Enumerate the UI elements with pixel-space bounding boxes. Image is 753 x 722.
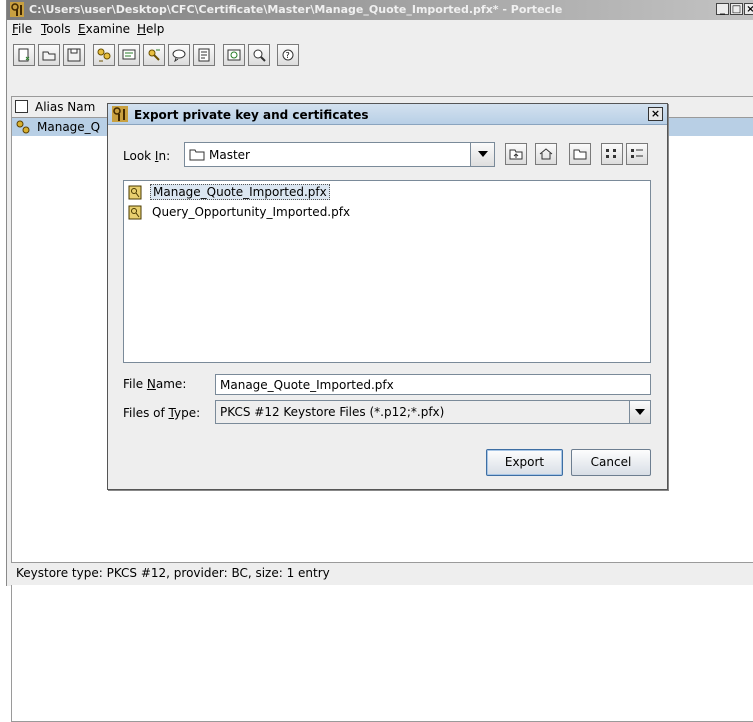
help-button[interactable]: ? bbox=[277, 44, 299, 66]
generate-key-pair-icon bbox=[97, 48, 111, 62]
look-in-value: Master bbox=[209, 148, 250, 162]
dialog-close-button[interactable]: × bbox=[648, 107, 663, 121]
up-folder-icon bbox=[509, 149, 523, 160]
list-item[interactable]: Manage_Quote_Imported.pfx bbox=[124, 184, 644, 202]
open-keystore-button[interactable] bbox=[38, 44, 60, 66]
menu-examine[interactable]: Examine bbox=[78, 22, 130, 36]
file-name: Query_Opportunity_Imported.pfx bbox=[152, 205, 351, 219]
status-text: Keystore type: PKCS #12, provider: BC, s… bbox=[16, 566, 330, 580]
list-view-button[interactable] bbox=[601, 143, 623, 165]
chevron-down-icon bbox=[635, 409, 645, 415]
certificate-file-icon bbox=[128, 205, 142, 220]
keystore-report-icon bbox=[198, 48, 210, 62]
maximize-button[interactable]: □ bbox=[730, 3, 743, 15]
set-keystore-password-icon bbox=[172, 49, 186, 62]
up-one-level-button[interactable] bbox=[505, 143, 527, 165]
look-in-label: Look In: bbox=[123, 149, 171, 163]
examine-certificate-button[interactable] bbox=[223, 44, 245, 66]
menu-help[interactable]: Help bbox=[137, 22, 164, 36]
window-titlebar[interactable]: C:\Users\user\Desktop\CFC\Certificate\Ma… bbox=[7, 0, 753, 20]
file-type-value: PKCS #12 Keystore Files (*.p12;*.pfx) bbox=[220, 405, 445, 419]
new-folder-button[interactable] bbox=[569, 143, 591, 165]
details-view-button[interactable] bbox=[626, 143, 648, 165]
export-button[interactable]: Export bbox=[486, 449, 563, 476]
close-button[interactable]: × bbox=[744, 3, 753, 15]
list-view-icon bbox=[606, 149, 616, 158]
examine-crl-icon bbox=[253, 49, 266, 62]
minimize-button[interactable]: _ bbox=[716, 3, 729, 15]
import-key-pair-button[interactable] bbox=[143, 44, 165, 66]
file-list[interactable]: Manage_Quote_Imported.pfx Query_Opportun… bbox=[123, 180, 651, 363]
new-keystore-button[interactable] bbox=[13, 44, 35, 66]
home-icon bbox=[539, 148, 553, 160]
row-alias: Manage_Q bbox=[37, 120, 101, 134]
chevron-down-icon bbox=[478, 151, 488, 157]
look-in-dropdown-button[interactable] bbox=[470, 143, 494, 166]
examine-certificate-icon bbox=[227, 49, 241, 61]
import-key-pair-icon bbox=[148, 49, 160, 61]
import-trusted-certificate-icon bbox=[122, 49, 136, 60]
list-item[interactable]: Query_Opportunity_Imported.pfx bbox=[124, 204, 644, 222]
key-pair-entry-icon bbox=[16, 120, 30, 134]
home-button[interactable] bbox=[535, 143, 557, 165]
menu-tools[interactable]: Tools bbox=[41, 22, 71, 36]
file-name: Manage_Quote_Imported.pfx bbox=[150, 184, 330, 200]
import-trusted-certificate-button[interactable] bbox=[118, 44, 140, 66]
cancel-button[interactable]: Cancel bbox=[571, 449, 651, 476]
svg-text:?: ? bbox=[286, 51, 290, 60]
examine-crl-button[interactable] bbox=[248, 44, 270, 66]
portecle-app-icon bbox=[10, 2, 24, 17]
entry-type-column-icon[interactable] bbox=[15, 100, 28, 113]
help-icon: ? bbox=[282, 49, 294, 61]
portecle-app-icon bbox=[112, 106, 128, 122]
file-type-dropdown-button[interactable] bbox=[629, 401, 650, 423]
alias-column-header[interactable]: Alias Nam bbox=[35, 100, 95, 114]
save-keystore-icon bbox=[67, 48, 81, 62]
certificate-file-icon bbox=[128, 185, 142, 200]
generate-key-pair-button[interactable] bbox=[93, 44, 115, 66]
open-keystore-icon bbox=[42, 51, 56, 61]
set-keystore-password-button[interactable] bbox=[168, 44, 190, 66]
file-name-input[interactable] bbox=[215, 374, 651, 395]
dialog-title: Export private key and certificates bbox=[134, 108, 369, 122]
file-name-label: File Name: bbox=[123, 377, 187, 391]
menu-file[interactable]: File bbox=[12, 22, 32, 36]
file-type-label: Files of Type: bbox=[123, 406, 201, 420]
folder-icon bbox=[189, 149, 205, 161]
new-keystore-icon bbox=[18, 48, 30, 62]
details-view-icon bbox=[631, 149, 643, 158]
new-folder-icon bbox=[573, 149, 587, 160]
keystore-report-button[interactable] bbox=[193, 44, 215, 66]
window-title: C:\Users\user\Desktop\CFC\Certificate\Ma… bbox=[29, 3, 563, 16]
save-keystore-button[interactable] bbox=[63, 44, 85, 66]
